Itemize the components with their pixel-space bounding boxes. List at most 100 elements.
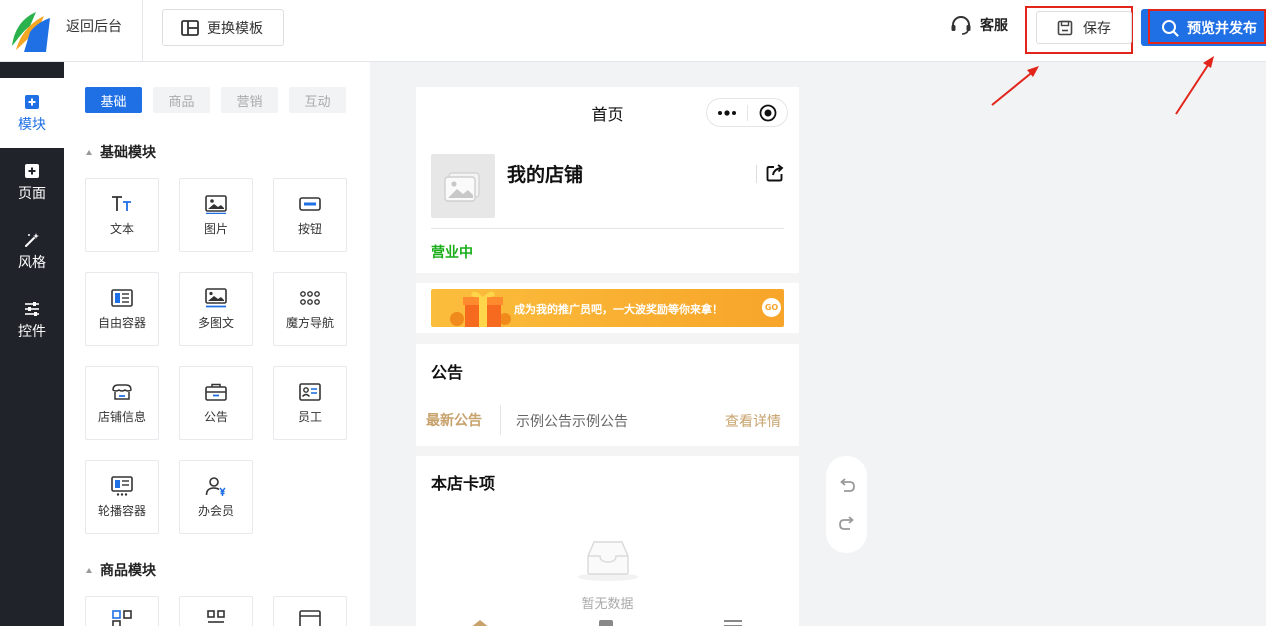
layout-icon xyxy=(181,19,199,36)
change-template-label: 更换模板 xyxy=(207,20,263,37)
left-sidebar: 模块 页面 风格 控件 xyxy=(0,62,64,626)
customer-service-button[interactable]: 客服 xyxy=(950,15,1008,35)
component-text[interactable]: 文本 xyxy=(85,178,159,252)
component-carousel[interactable]: 轮播容器 xyxy=(85,460,159,534)
tabbar-category-icon[interactable] xyxy=(596,618,616,626)
empty-state-text: 暂无数据 xyxy=(581,597,634,612)
component-goods-list[interactable] xyxy=(179,596,253,626)
share-icon[interactable] xyxy=(765,163,785,183)
topbar-divider xyxy=(142,0,143,62)
save-button[interactable]: 保存 xyxy=(1036,11,1132,44)
promo-go-badge[interactable]: GO xyxy=(762,298,781,317)
capsule-divider xyxy=(747,105,748,121)
store-name: 我的店铺 xyxy=(507,164,584,186)
basic-components-grid: 文本 图片 按钮 自由容器 多图文 魔方导航 店铺信息 公告 员工 轮播容器 办… xyxy=(85,178,347,534)
sidebar-item-label: 页面 xyxy=(18,186,46,202)
goods-components-grid xyxy=(85,596,347,626)
save-label: 保存 xyxy=(1083,20,1111,37)
phone-preview: 首页 我的店铺 营业中 成为我的推广员吧，一大波奖励等你来拿！ GO 公告 最新… xyxy=(416,87,799,626)
change-template-button[interactable]: 更换模板 xyxy=(162,9,284,46)
goods-grid-icon xyxy=(112,610,132,626)
promo-banner-block: 成为我的推广员吧，一大波奖励等你来拿！ GO xyxy=(416,283,799,333)
section-title-label: 商品模块 xyxy=(100,563,156,579)
store-status: 营业中 xyxy=(431,245,473,261)
mini-program-capsule[interactable] xyxy=(706,98,788,127)
component-label: 自由容器 xyxy=(97,315,146,330)
save-icon xyxy=(1057,20,1073,35)
notice-more-link[interactable]: 查看详情 xyxy=(725,411,781,431)
image-placeholder-icon xyxy=(444,172,480,202)
goods-list-icon xyxy=(207,610,225,623)
notice-block: 公告 最新公告 示例公告示例公告 查看详情 xyxy=(416,344,799,446)
tab-marketing[interactable]: 营销 xyxy=(221,87,278,113)
component-goods-card[interactable] xyxy=(273,596,347,626)
tab-goods[interactable]: 商品 xyxy=(153,87,210,113)
basic-section-title[interactable]: 基础模块 xyxy=(86,142,156,162)
free-container-icon xyxy=(111,288,133,307)
component-label: 按钮 xyxy=(297,221,322,236)
magic-wand-icon xyxy=(25,233,39,247)
component-store-info[interactable]: 店铺信息 xyxy=(85,366,159,440)
component-label: 图片 xyxy=(203,221,228,236)
notice-divider xyxy=(500,405,501,435)
image-icon xyxy=(205,194,227,214)
undo-button[interactable] xyxy=(838,477,856,494)
plus-square-icon xyxy=(25,164,39,178)
component-multi-image-text[interactable]: 多图文 xyxy=(179,272,253,346)
goods-section-title[interactable]: 商品模块 xyxy=(86,560,156,580)
annotation-arrow-save-icon xyxy=(991,66,1039,106)
more-dots-icon[interactable] xyxy=(717,108,737,118)
component-label: 文本 xyxy=(109,221,134,236)
store-cards-title: 本店卡项 xyxy=(431,474,496,493)
sidebar-item-style[interactable]: 风格 xyxy=(0,232,64,272)
preview-publish-button[interactable]: 预览并发布 xyxy=(1141,9,1266,46)
component-label: 轮播容器 xyxy=(97,503,146,518)
component-label: 多图文 xyxy=(197,315,234,330)
headset-icon xyxy=(951,16,971,35)
tab-interaction[interactable]: 互动 xyxy=(289,87,346,113)
goods-card-icon xyxy=(299,610,321,626)
component-membership[interactable]: 办会员 xyxy=(179,460,253,534)
store-info-block: 我的店铺 营业中 xyxy=(416,135,799,273)
sidebar-item-pages[interactable]: 页面 xyxy=(0,163,64,203)
component-free-container[interactable]: 自由容器 xyxy=(85,272,159,346)
notice-tag: 最新公告 xyxy=(426,413,482,429)
tabbar-home-icon[interactable] xyxy=(468,618,492,626)
app-logo-icon xyxy=(12,12,50,52)
tabbar-menu-icon[interactable] xyxy=(722,618,744,626)
component-notice[interactable]: 公告 xyxy=(179,366,253,440)
share-divider xyxy=(756,165,757,183)
sidebar-item-modules[interactable]: 模块 xyxy=(0,94,64,134)
component-image[interactable]: 图片 xyxy=(179,178,253,252)
sliders-icon xyxy=(25,302,39,316)
component-staff[interactable]: 员工 xyxy=(273,366,347,440)
component-label: 魔方导航 xyxy=(285,315,334,330)
gift-box-icon xyxy=(450,291,511,327)
top-bar: 返回后台 更换模板 客服 保存 预览并发布 xyxy=(0,0,1266,62)
tab-basic[interactable]: 基础 xyxy=(85,87,142,113)
button-icon xyxy=(299,196,321,211)
close-target-icon[interactable] xyxy=(759,104,777,122)
collapse-triangle-icon xyxy=(86,567,92,573)
component-goods-grid[interactable] xyxy=(85,596,159,626)
promo-banner[interactable]: 成为我的推广员吧，一大波奖励等你来拿！ GO xyxy=(431,289,784,327)
sidebar-item-label: 模块 xyxy=(18,117,46,133)
undo-icon xyxy=(839,477,855,492)
multi-image-text-icon xyxy=(205,287,227,307)
phone-header: 首页 xyxy=(416,87,799,135)
component-label: 店铺信息 xyxy=(97,409,146,424)
component-button[interactable]: 按钮 xyxy=(273,178,347,252)
sidebar-item-controls[interactable]: 控件 xyxy=(0,301,64,341)
component-label: 办会员 xyxy=(197,503,234,518)
collapse-triangle-icon xyxy=(86,149,92,155)
component-cube-nav[interactable]: 魔方导航 xyxy=(273,272,347,346)
notice-text: 示例公告示例公告 xyxy=(516,414,628,430)
store-info-icon xyxy=(112,383,132,400)
back-to-admin-link[interactable]: 返回后台 xyxy=(66,17,122,37)
preview-publish-label: 预览并发布 xyxy=(1187,20,1257,37)
redo-button[interactable] xyxy=(838,515,856,532)
membership-icon xyxy=(205,476,226,496)
plus-square-icon xyxy=(25,95,39,109)
store-divider xyxy=(431,228,784,229)
notice-title: 公告 xyxy=(431,363,464,382)
